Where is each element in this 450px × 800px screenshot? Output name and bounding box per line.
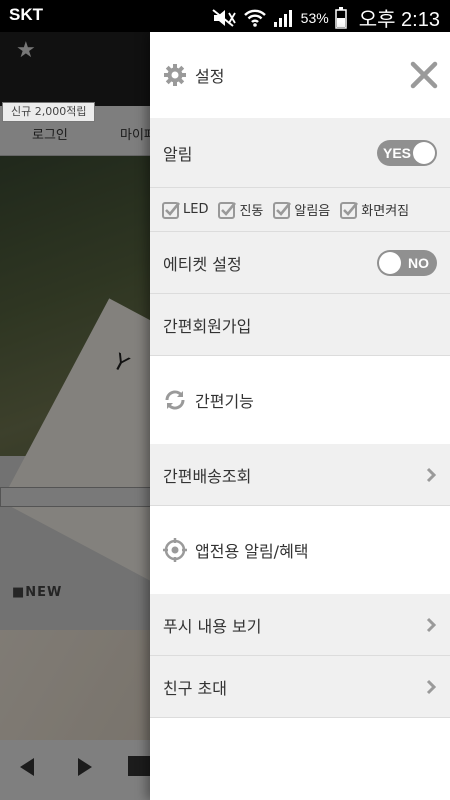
status-bar: SKT 53% 오후 2:13 xyxy=(0,0,450,32)
refresh-icon xyxy=(165,390,185,410)
app-alerts-header: 앱전용 알림/혜택 xyxy=(150,506,450,594)
drawer-title: 설정 xyxy=(195,67,225,86)
etiquette-label: 에티켓 설정 xyxy=(163,254,242,274)
notification-options-row: LED 진동 알림음 화면켜짐 xyxy=(150,188,450,232)
easy-delivery-row[interactable]: 간편배송조회 xyxy=(150,444,450,506)
notifications-toggle-label: YES xyxy=(383,144,412,161)
toggle-knob xyxy=(413,141,435,164)
checkbox-checked-icon xyxy=(162,201,180,219)
easy-signup-row[interactable]: 간편회원가입 xyxy=(150,294,450,356)
easy-delivery-label: 간편배송조회 xyxy=(163,466,252,486)
etiquette-toggle[interactable]: NO xyxy=(377,249,437,276)
settings-drawer: 설정 알림 YES LED 진동 알림음 화면켜짐 에티켓 설정 NO 간편회원… xyxy=(150,32,450,800)
notifications-row: 알림 YES xyxy=(150,118,450,188)
checkbox-sound-label: 알림음 xyxy=(294,204,331,219)
toggle-knob xyxy=(379,251,401,274)
checkbox-vibration[interactable]: 진동 xyxy=(218,200,263,219)
etiquette-row: 에티켓 설정 NO xyxy=(150,232,450,294)
signup-bonus-badge: 신규 2,000적립 xyxy=(2,102,96,122)
chevron-right-icon xyxy=(426,467,436,482)
wifi-icon xyxy=(243,8,267,28)
easy-features-header: 간편기능 xyxy=(150,356,450,444)
notifications-label: 알림 xyxy=(163,144,193,164)
etiquette-toggle-label: NO xyxy=(408,254,429,271)
push-view-row[interactable]: 푸시 내용 보기 xyxy=(150,594,450,656)
notifications-toggle[interactable]: YES xyxy=(377,139,437,166)
status-icons: 53% 오후 2:13 xyxy=(211,3,440,32)
checkbox-sound[interactable]: 알림음 xyxy=(273,200,330,219)
easy-features-label: 간편기능 xyxy=(195,392,254,411)
push-view-label: 푸시 내용 보기 xyxy=(163,616,262,636)
close-icon[interactable] xyxy=(410,61,438,89)
checkbox-vibration-label: 진동 xyxy=(239,204,264,219)
checkbox-checked-icon xyxy=(218,201,237,219)
invite-label: 친구 초대 xyxy=(163,678,227,698)
drawer-header: 설정 xyxy=(150,32,450,118)
battery-icon xyxy=(334,6,347,29)
checkbox-checked-icon xyxy=(340,201,359,219)
clock: 오후 2:13 xyxy=(358,9,440,31)
checkbox-screen-on[interactable]: 화면켜짐 xyxy=(340,200,409,219)
battery-percent: 53% xyxy=(300,9,329,26)
checkbox-led[interactable]: LED xyxy=(162,201,208,219)
checkbox-screen-on-label: 화면켜짐 xyxy=(361,204,410,219)
mute-icon xyxy=(211,8,237,28)
carrier-name: SKT xyxy=(9,5,43,24)
easy-signup-label: 간편회원가입 xyxy=(163,316,252,336)
chevron-right-icon xyxy=(426,617,436,632)
gear-icon xyxy=(164,64,186,86)
app-alerts-label: 앱전용 알림/혜택 xyxy=(195,542,309,561)
checkbox-checked-icon xyxy=(273,201,292,219)
target-icon xyxy=(163,538,187,562)
checkbox-led-label: LED xyxy=(183,202,209,217)
chevron-right-icon xyxy=(426,679,436,694)
signal-icon xyxy=(273,8,295,28)
invite-row[interactable]: 친구 초대 xyxy=(150,656,450,718)
